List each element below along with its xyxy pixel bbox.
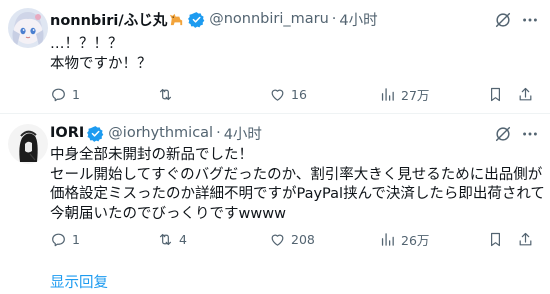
reply-icon [52,88,65,101]
avatar[interactable] [8,124,48,164]
display-name[interactable]: IORI [50,125,84,141]
grok-icon[interactable] [494,125,512,143]
separator: · [216,125,221,141]
share-icon [519,232,532,245]
retweet-icon [159,88,172,100]
tweet-text-line: セール開始してすぐのバグだったのか、割引率大きく見せるために出品側が [50,166,543,183]
like-count: 208 [291,231,315,247]
display-name[interactable]: nonnbiri/ふじ丸 [50,9,167,30]
share-button[interactable] [517,228,534,250]
more-icon[interactable] [521,11,539,29]
reply-button[interactable]: 1 [50,228,80,250]
avatar[interactable] [8,8,48,48]
bookmark-icon [491,232,500,246]
tweet-text-line: 今朝届いたのでびっくりですwwww [50,205,286,222]
separator: · [331,11,337,27]
reply-count: 1 [72,86,80,102]
show-replies-link[interactable]: 显示回复 [50,271,108,292]
views-button[interactable]: 26万 [379,228,429,250]
bookmark-button[interactable] [487,83,504,105]
tweet-header: IORI @iorhythmical · 4小时 [50,123,262,143]
more-icon[interactable] [521,125,539,143]
retweet-button[interactable]: 4 [157,228,187,250]
like-count: 16 [291,86,307,102]
views-icon [381,232,394,246]
retweet-count: 4 [179,231,187,247]
action-bar: 1 4 208 26万 [48,228,538,250]
tweet-text: …！？！？ 本物ですか！？ [50,35,152,74]
verified-badge-icon [188,11,205,28]
like-button[interactable]: 16 [269,83,307,105]
handle[interactable]: @iorhythmical [108,125,213,141]
like-icon [271,234,284,246]
tweet-text: 中身全部未開封の新品でした！ セール開始してすぐのバグだったのか、割引率大きく見… [50,146,545,224]
views-icon [381,87,394,101]
share-button[interactable] [517,83,534,105]
timestamp[interactable]: 4小时 [339,9,377,30]
grok-icon[interactable] [494,11,512,29]
bookmark-button[interactable] [487,228,504,250]
tweet: nonnbiri/ふじ丸 @nonnbiri_maru · 4小时 …！？！？ … [0,0,550,114]
timestamp[interactable]: 4小时 [224,123,262,144]
verified-badge-icon [87,125,104,142]
bookmark-icon [491,87,500,101]
reply-button[interactable]: 1 [50,83,80,105]
views-count: 27万 [401,87,430,103]
tweet-text-line: …！？！？ [50,36,123,52]
dog-emoji-icon [168,11,185,28]
retweet-icon [159,233,172,245]
like-icon [271,89,284,101]
action-bar: 1 16 27万 [48,83,538,105]
reply-count: 1 [72,231,80,247]
tweet: IORI @iorhythmical · 4小时 中身全部未開封の新品でした！ … [0,114,550,270]
share-icon [519,87,532,100]
retweet-button[interactable] [157,83,179,105]
views-button[interactable]: 27万 [379,83,429,105]
tweet-text-line: 本物ですか！？ [50,55,152,72]
handle[interactable]: @nonnbiri_maru [209,11,329,27]
tweet-text-line: 価格設定ミスったのか詳細不明ですがPayPal挟んで決済したら即出荷されて [50,186,545,202]
tweet-text-line: 中身全部未開封の新品でした！ [50,147,253,163]
reply-icon [52,233,65,246]
views-count: 26万 [401,232,430,248]
like-button[interactable]: 208 [269,228,315,250]
tweet-header: nonnbiri/ふじ丸 @nonnbiri_maru · 4小时 [50,9,378,29]
